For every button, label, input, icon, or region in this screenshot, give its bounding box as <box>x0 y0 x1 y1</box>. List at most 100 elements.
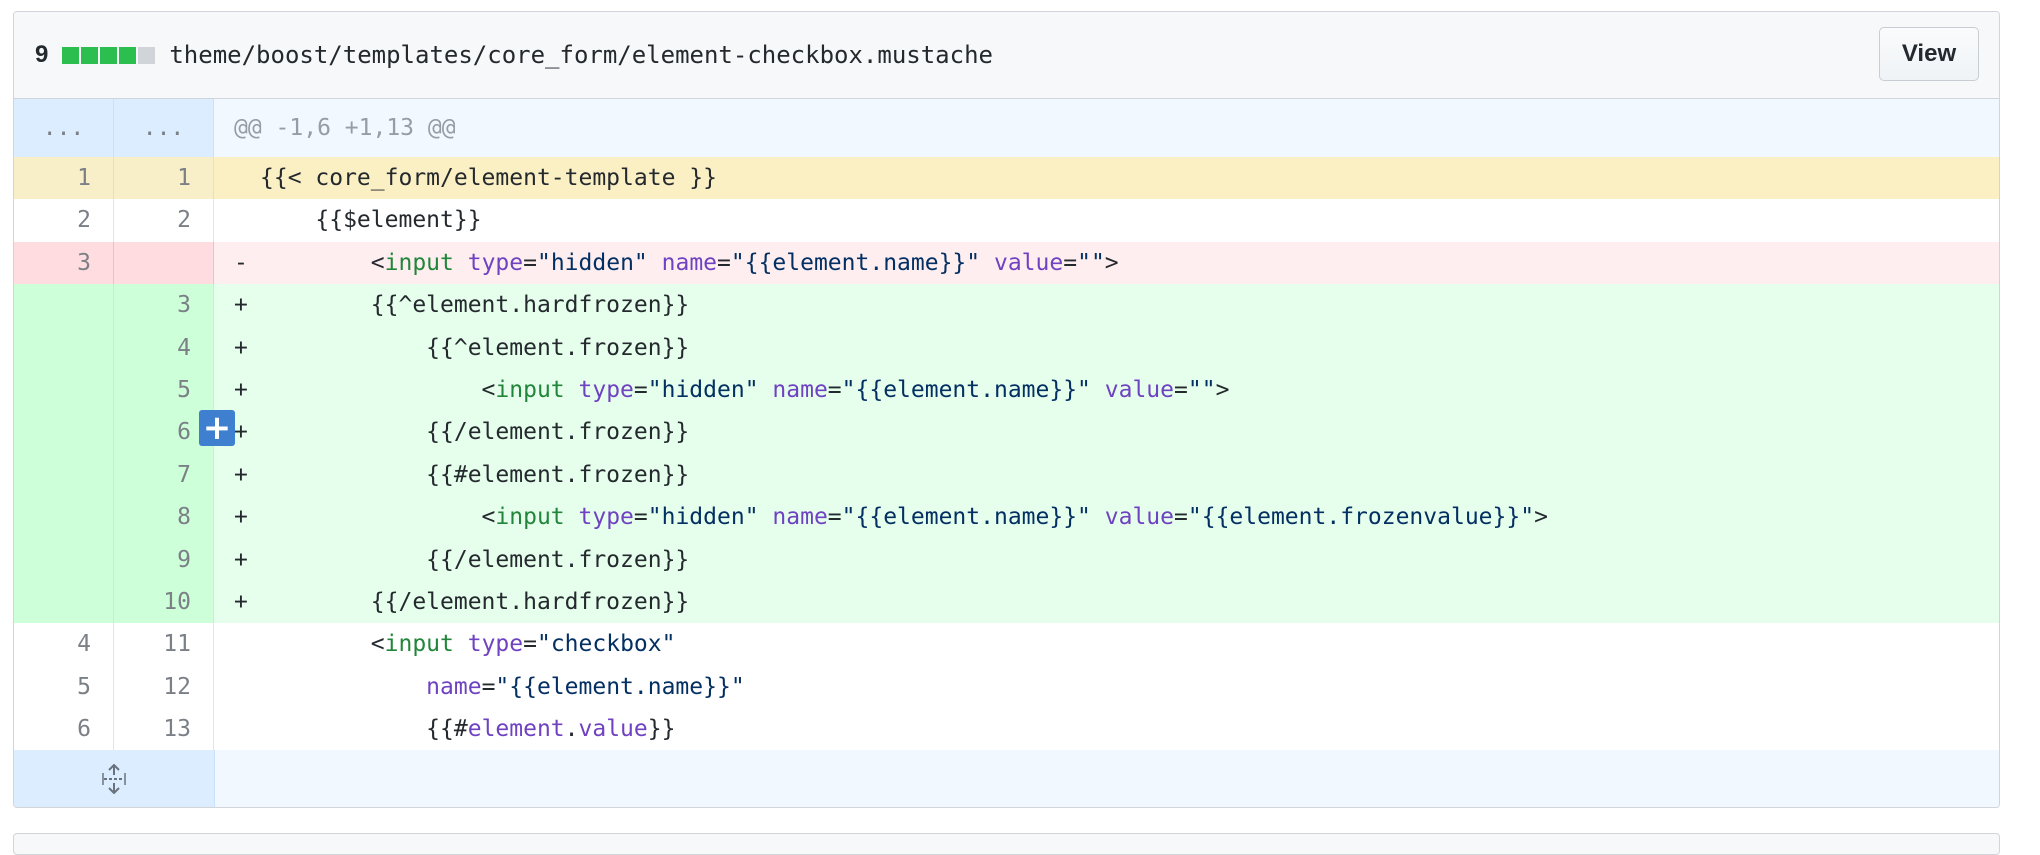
view-file-button[interactable]: View <box>1879 27 1979 81</box>
expand-button[interactable] <box>14 750 215 807</box>
hunk-header-row: ... ... @@ -1,6 +1,13 @@ <box>14 99 1999 157</box>
code-token: = <box>481 673 496 700</box>
code-token: {{# <box>260 716 468 743</box>
old-line-number[interactable]: 1 <box>14 157 114 200</box>
code-token: = <box>1063 249 1078 276</box>
code-token: input <box>384 249 454 276</box>
code-token: name <box>772 504 828 531</box>
code-token: input <box>384 631 454 658</box>
code-token: value <box>1104 504 1175 531</box>
code-token: }} <box>647 716 676 743</box>
new-line-number[interactable]: 10 <box>114 580 214 624</box>
code-token: "hidden" <box>536 249 648 276</box>
code-token: = <box>827 376 842 403</box>
diffstat-block-added <box>100 46 118 64</box>
old-line-number[interactable]: 4 <box>14 623 114 666</box>
code-token: "{{element.name}}" <box>730 249 981 276</box>
old-line-number[interactable] <box>14 368 114 412</box>
add-comment-button[interactable]: + <box>199 410 235 446</box>
diffstat-block-added <box>62 46 80 64</box>
diff-line-add: 3 + {{^element.hardfrozen}} <box>14 284 1999 327</box>
new-line-number[interactable]: 5 <box>114 368 214 412</box>
diff-line-add: 10 + {{/element.hardfrozen}} <box>14 580 1999 624</box>
new-line-number[interactable]: 11 <box>114 623 214 666</box>
new-line-number[interactable]: 1 <box>114 157 214 200</box>
new-line-number[interactable]: 7 <box>114 453 214 497</box>
code-token: "{{element.frozenvalue}}" <box>1187 504 1535 531</box>
code-token: "{{element.name}}" <box>841 376 1091 403</box>
code-token: = <box>523 249 537 276</box>
old-line-number[interactable]: 5 <box>14 665 114 709</box>
code-token: "{{element.name}}" <box>841 504 1091 531</box>
code-token: = <box>523 631 537 658</box>
diff-line-ctx: 6 13 {{#element.value}} <box>14 708 1999 751</box>
code-token: {{#element.frozen}} <box>260 461 690 488</box>
next-file-header <box>13 833 2000 855</box>
old-line-number[interactable] <box>14 411 114 454</box>
new-line-number[interactable]: 4 <box>114 326 214 369</box>
code-token: = <box>717 249 731 276</box>
code-token: = <box>1174 504 1188 531</box>
diff-line-add: 7 + {{#element.frozen}} <box>14 453 1999 497</box>
plus-icon: + <box>202 408 232 448</box>
code-token: {{^element.frozen}} <box>260 334 690 361</box>
diff-line-add: 4 + {{^element.frozen}} <box>14 326 1999 369</box>
code-line: + <input type="hidden" name="{{element.n… <box>214 368 1999 412</box>
code-token: {{$element}} <box>260 207 482 234</box>
diff-marker: + <box>234 461 248 488</box>
new-line-number[interactable]: 9 <box>114 538 214 581</box>
old-line-number[interactable]: 6 <box>14 708 114 751</box>
old-line-number[interactable] <box>14 538 114 581</box>
code-token: {{/element.hardfrozen}} <box>260 588 690 615</box>
code-token: name <box>661 249 718 276</box>
unfold-icon <box>102 763 126 794</box>
diff-marker: + <box>234 504 248 531</box>
code-line: - <input type="hidden" name="{{element.n… <box>214 241 1999 285</box>
diff-table: ... ... @@ -1,6 +1,13 @@ 1 1 {{< core_form… <box>14 99 1999 807</box>
code-token: < <box>260 376 496 403</box>
code-line: + <input type="hidden" name="{{element.n… <box>214 496 1999 539</box>
code-line: + {{/element.frozen}} <box>214 411 1999 454</box>
code-token: type <box>578 504 634 531</box>
diff-line-ctx: 4 11 <input type="checkbox" <box>14 623 1999 666</box>
file-path[interactable]: theme/boost/templates/core_form/element-… <box>169 41 993 69</box>
code-token: = <box>633 376 648 403</box>
old-line-number[interactable] <box>14 496 114 539</box>
old-line-number[interactable] <box>14 453 114 497</box>
new-line-number[interactable]: 13 <box>114 708 214 751</box>
diff-line-ctx: 22 {{$element}} <box>14 199 1999 242</box>
new-line-number[interactable]: 8 <box>114 496 214 539</box>
code-line: name="{{element.name}}" <box>214 666 1999 708</box>
new-line-number[interactable] <box>114 241 214 285</box>
code-token: "{{element.name}}" <box>495 673 745 700</box>
hunk-expand-old[interactable]: ... <box>14 99 114 157</box>
code-line: {{$element}} <box>214 199 1999 241</box>
code-token: = <box>1174 376 1188 403</box>
code-token: < <box>260 631 385 658</box>
code-token: value <box>1104 376 1175 403</box>
code-token: name <box>426 673 482 700</box>
code-token: > <box>1534 504 1548 531</box>
new-line-number[interactable]: 12 <box>114 665 214 709</box>
old-line-number[interactable] <box>14 580 114 624</box>
hunk-expand-new[interactable]: ... <box>114 99 214 157</box>
old-line-number[interactable] <box>14 326 114 369</box>
code-token: input <box>495 376 565 403</box>
new-line-number[interactable]: 2 <box>114 199 214 242</box>
old-line-number[interactable]: 3 <box>14 241 114 285</box>
code-token: "checkbox" <box>536 631 676 658</box>
diff-marker: - <box>234 249 248 276</box>
file-header: 9 theme/boost/templates/core_form/elemen… <box>14 12 1999 99</box>
old-line-number[interactable] <box>14 284 114 327</box>
new-line-number[interactable]: 3 <box>114 284 214 327</box>
old-line-number[interactable]: 2 <box>14 199 114 242</box>
